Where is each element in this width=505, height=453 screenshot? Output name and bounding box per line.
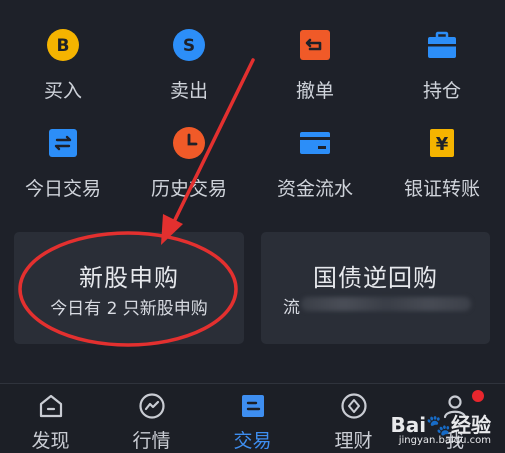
nav-discover[interactable]: 发现 (0, 384, 101, 452)
nav-discover-label: 发现 (31, 430, 70, 452)
svg-text:¥: ¥ (436, 134, 449, 155)
nav-trade[interactable]: 交易 (202, 384, 303, 452)
position-label: 持仓 (422, 80, 461, 102)
finance-icon (340, 393, 367, 419)
ipo-card-title: 新股申购 (79, 264, 179, 292)
blurred-text (301, 297, 471, 311)
trade-icon (241, 395, 264, 417)
notification-badge (472, 390, 484, 402)
fund-flow-button[interactable]: 资金流水 (252, 112, 378, 207)
fund-flow-label: 资金流水 (276, 178, 353, 200)
svg-text:B: B (57, 36, 70, 56)
nav-market-label: 行情 (132, 430, 171, 452)
watermark-url: jingyan.baidu.com (398, 435, 491, 446)
card-icon (300, 132, 330, 154)
transfer-icon: ¥ (430, 129, 454, 157)
nav-finance[interactable]: 理财 (303, 384, 404, 452)
watermark-brand: Bai (390, 413, 427, 437)
watermark-brand-2: 经验 (451, 413, 491, 437)
ipo-card-subtitle: 今日有 2 只新股申购 (50, 299, 208, 319)
bank-transfer-button[interactable]: ¥ 银证转账 (379, 112, 505, 207)
briefcase-icon (428, 31, 456, 58)
cancel-order-label: 撤单 (295, 80, 334, 102)
reverse-repo-card[interactable]: 国债逆回购 流 (261, 232, 490, 344)
reverse-repo-card-subtitle: 流 (283, 298, 300, 318)
paw-icon: 🐾 (426, 413, 451, 437)
svg-text:S: S (183, 36, 195, 56)
ipo-subscription-card[interactable]: 新股申购 今日有 2 只新股申购 (14, 232, 244, 344)
reverse-repo-card-title: 国债逆回购 (313, 264, 438, 292)
buy-label: 买入 (43, 80, 82, 102)
chart-icon (138, 393, 165, 419)
sell-label: 卖出 (169, 80, 208, 102)
nav-market[interactable]: 行情 (101, 384, 202, 452)
bank-transfer-label: 银证转账 (403, 178, 480, 200)
position-button[interactable]: 持仓 (379, 0, 505, 110)
clock-icon (173, 127, 205, 159)
sell-button[interactable]: S 卖出 (126, 0, 252, 110)
buy-icon: B (47, 29, 79, 61)
cancel-order-button[interactable]: 撤单 (252, 0, 378, 110)
home-icon (39, 394, 62, 418)
buy-button[interactable]: B 买入 (0, 0, 126, 110)
today-trade-button[interactable]: 今日交易 (0, 112, 126, 207)
nav-trade-label: 交易 (233, 430, 272, 452)
history-trade-button[interactable]: 历史交易 (126, 112, 252, 207)
history-trade-label: 历史交易 (150, 178, 227, 200)
sell-icon: S (173, 29, 205, 61)
watermark: Bai🐾经验 jingyan.baidu.com (390, 415, 491, 446)
cancel-order-icon (300, 30, 330, 60)
today-trade-icon (49, 129, 77, 157)
today-trade-label: 今日交易 (24, 178, 101, 200)
nav-finance-label: 理财 (334, 430, 373, 452)
